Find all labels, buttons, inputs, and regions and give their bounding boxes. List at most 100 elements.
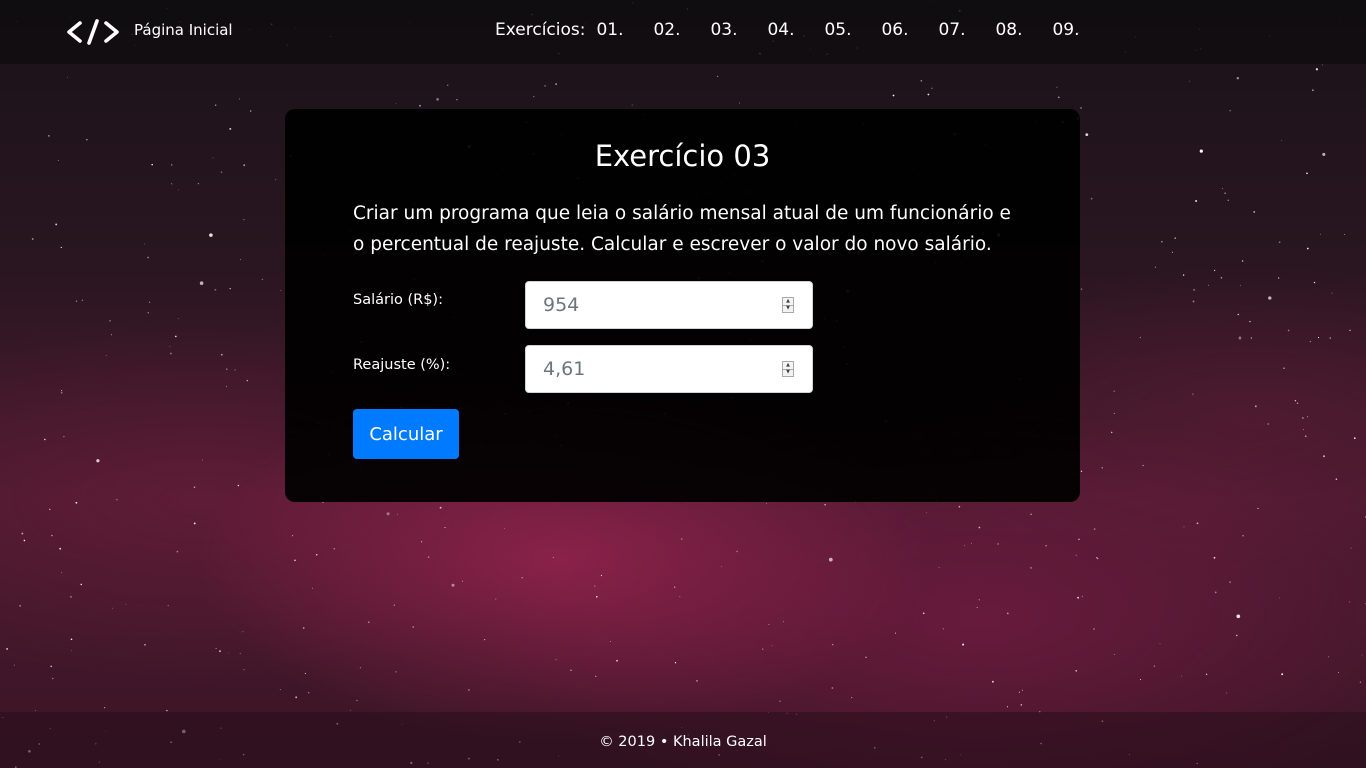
- adjustment-stepper[interactable]: ▲ ▼: [782, 361, 794, 377]
- exercise-link-03[interactable]: 03.: [710, 20, 767, 40]
- star: [1307, 416, 1309, 418]
- star: [59, 547, 62, 550]
- star: [958, 505, 961, 508]
- star: [1006, 706, 1009, 708]
- star: [1277, 277, 1280, 279]
- star: [80, 583, 83, 586]
- star: [243, 164, 246, 167]
- star: [738, 102, 741, 104]
- star: [147, 312, 149, 314]
- star: [31, 238, 34, 240]
- star: [1214, 591, 1217, 594]
- star: [1319, 233, 1321, 235]
- star: [736, 550, 738, 553]
- exercise-link-04[interactable]: 04.: [767, 20, 824, 40]
- exercise-description: Criar um programa que leia o salário men…: [353, 203, 1011, 255]
- star: [395, 103, 397, 104]
- star: [544, 85, 546, 87]
- star: [421, 541, 423, 543]
- star: [419, 104, 421, 107]
- salary-input-value[interactable]: 954: [526, 294, 782, 316]
- star: [1281, 140, 1282, 141]
- star: [1306, 247, 1309, 250]
- star: [503, 528, 505, 529]
- star: [110, 334, 112, 336]
- exercise-link-02[interactable]: 02.: [653, 20, 710, 40]
- star: [104, 707, 106, 709]
- brand: Página Inicial: [66, 18, 233, 46]
- star: [356, 699, 358, 702]
- star: [219, 650, 221, 652]
- star: [831, 687, 834, 689]
- star: [865, 656, 867, 658]
- star: [1344, 233, 1346, 236]
- star: [242, 631, 244, 633]
- exercise-title: Exercício 03: [594, 139, 771, 173]
- star: [149, 301, 151, 303]
- star: [6, 647, 9, 650]
- star: [762, 648, 764, 650]
- star: [295, 696, 298, 699]
- star: [70, 638, 73, 641]
- star: [1078, 538, 1080, 540]
- star: [275, 179, 277, 181]
- star: [997, 543, 999, 545]
- star: [52, 677, 54, 680]
- star: [75, 501, 78, 504]
- star: [1304, 435, 1307, 438]
- star: [1296, 402, 1299, 404]
- star: [824, 504, 826, 506]
- star: [105, 355, 107, 356]
- star: [942, 628, 944, 630]
- star: [229, 287, 231, 290]
- star: [169, 346, 171, 348]
- star: [922, 612, 925, 615]
- exercise-link-07[interactable]: 07.: [938, 20, 995, 40]
- adjustment-input[interactable]: 4,61 ▲ ▼: [525, 345, 813, 393]
- star: [1192, 393, 1194, 395]
- star: [1183, 526, 1185, 528]
- calculate-button[interactable]: Calcular: [353, 409, 459, 459]
- salary-stepper[interactable]: ▲ ▼: [782, 297, 794, 313]
- star: [61, 390, 63, 392]
- exercise-link-01[interactable]: 01.: [596, 20, 653, 40]
- star: [1021, 689, 1023, 691]
- decrement-icon[interactable]: ▼: [783, 368, 793, 377]
- star: [1224, 192, 1226, 195]
- decrement-icon[interactable]: ▼: [783, 304, 793, 313]
- star: [81, 299, 84, 301]
- salary-input[interactable]: 954 ▲ ▼: [525, 281, 813, 329]
- star: [70, 596, 72, 598]
- star: [109, 319, 111, 322]
- star: [926, 512, 928, 514]
- star: [521, 577, 523, 579]
- exercise-link-08[interactable]: 08.: [995, 20, 1052, 40]
- star: [51, 534, 53, 537]
- exercise-link-06[interactable]: 06.: [881, 20, 938, 40]
- exercise-link-09[interactable]: 09.: [1052, 20, 1109, 40]
- exercise-link-05[interactable]: 05.: [824, 20, 881, 40]
- star: [176, 550, 179, 553]
- star: [1205, 673, 1208, 675]
- star: [1101, 467, 1103, 469]
- star: [1353, 437, 1356, 440]
- adjustment-input-value[interactable]: 4,61: [526, 358, 782, 380]
- star: [462, 580, 463, 582]
- star: [48, 135, 50, 137]
- star: [1207, 284, 1209, 286]
- star: [214, 288, 217, 291]
- star: [1359, 681, 1361, 683]
- star: [1056, 86, 1058, 88]
- star: [304, 672, 307, 675]
- star: [226, 368, 228, 370]
- star: [395, 671, 397, 673]
- salary-label: Salário (R$):: [353, 292, 443, 308]
- star: [1249, 320, 1251, 323]
- star: [600, 574, 602, 577]
- star: [220, 171, 223, 174]
- home-link[interactable]: Página Inicial: [134, 21, 233, 39]
- code-icon[interactable]: [66, 18, 120, 46]
- star: [595, 675, 597, 677]
- star: [895, 632, 897, 634]
- star: [367, 621, 370, 624]
